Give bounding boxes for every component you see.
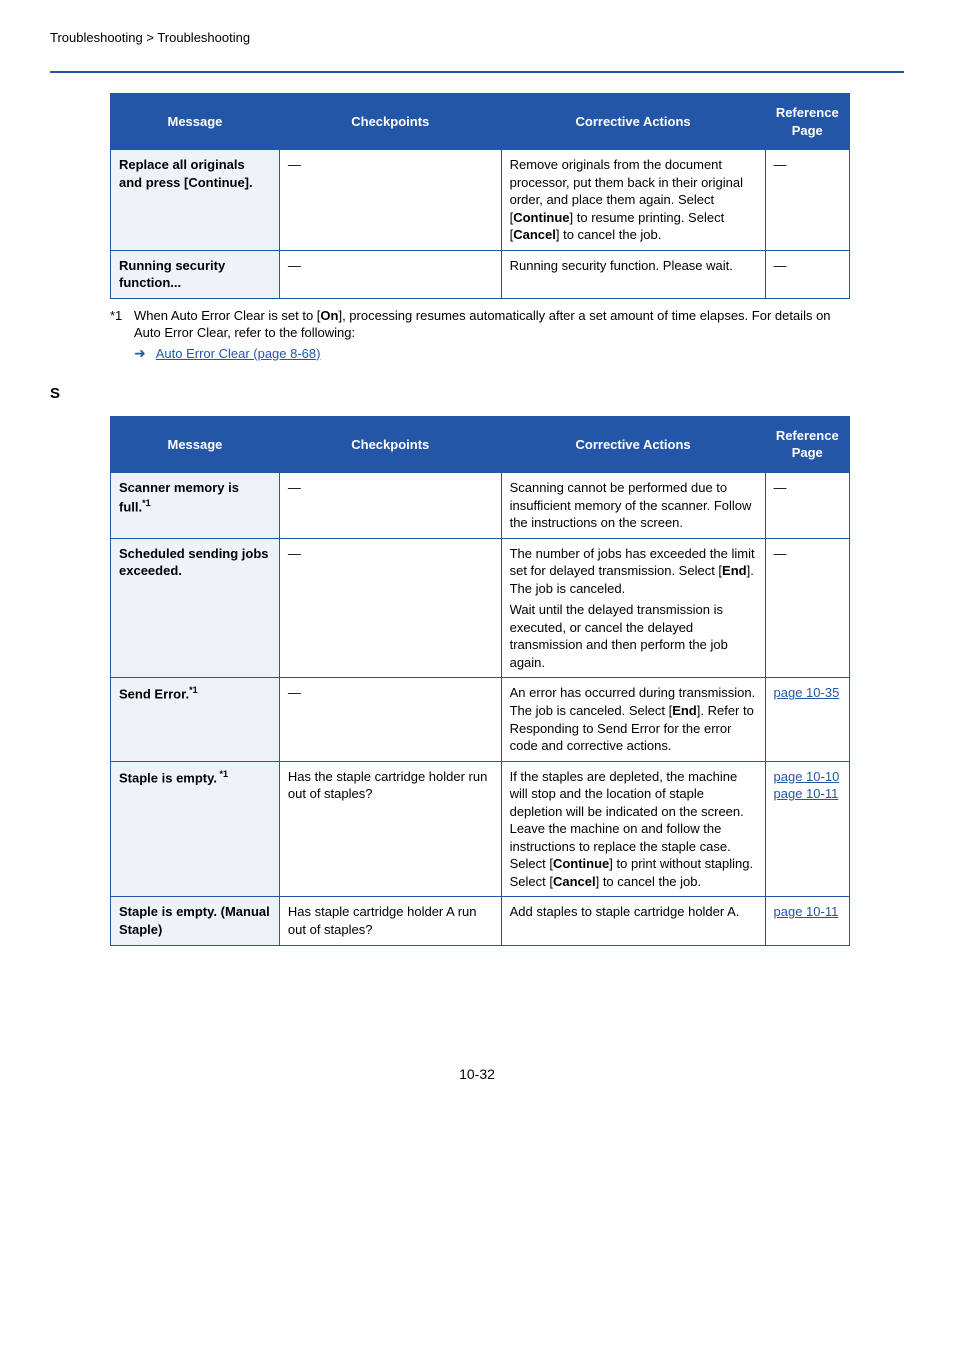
col-reference: Reference Page [765,416,849,472]
ref-link[interactable]: page 10-35 [774,685,840,700]
cell-actions: Scanning cannot be performed due to insu… [501,473,765,539]
ref-link[interactable]: page 10-11 [774,904,839,919]
cell-reference: page 10-10 page 10-11 [765,761,849,897]
cell-message: Running security function... [111,250,280,298]
col-checkpoints: Checkpoints [279,416,501,472]
cell-reference: page 10-35 [765,678,849,761]
cell-actions: Running security function. Please wait. [501,250,765,298]
table-row: Staple is empty. *1 Has the staple cartr… [111,761,850,897]
cell-checkpoints: ― [279,250,501,298]
footnote-text: When Auto Error Clear is set to [On], pr… [134,307,850,342]
table-row: Scheduled sending jobs exceeded. ― The n… [111,538,850,678]
col-message: Message [111,94,280,150]
arrow-right-icon: ➜ [134,344,146,363]
footnote-mark: *1 [110,307,134,342]
col-reference: Reference Page [765,94,849,150]
cell-reference: ― [765,473,849,539]
cell-message: Replace all originals and press [Continu… [111,150,280,251]
ref-link[interactable]: page 10-10 [774,769,840,784]
col-actions: Corrective Actions [501,94,765,150]
cell-checkpoints: ― [279,150,501,251]
table-row: Scanner memory is full.*1 ― Scanning can… [111,473,850,539]
table-row: Send Error.*1 ― An error has occurred du… [111,678,850,761]
cell-actions: If the staples are depleted, the machine… [501,761,765,897]
cell-message: Send Error.*1 [111,678,280,761]
col-actions: Corrective Actions [501,416,765,472]
table-row: Replace all originals and press [Continu… [111,150,850,251]
troubleshooting-table-s: Message Checkpoints Corrective Actions R… [110,416,850,946]
header-rule [50,71,904,73]
section-heading-s: S [50,385,904,402]
page-number: 10-32 [50,1066,904,1082]
col-checkpoints: Checkpoints [279,94,501,150]
cell-reference: ― [765,538,849,678]
breadcrumb: Troubleshooting > Troubleshooting [50,30,904,53]
col-message: Message [111,416,280,472]
cell-checkpoints: ― [279,678,501,761]
table-header-row: Message Checkpoints Corrective Actions R… [111,416,850,472]
cell-reference: ― [765,250,849,298]
table-header-row: Message Checkpoints Corrective Actions R… [111,94,850,150]
auto-error-clear-link[interactable]: Auto Error Clear (page 8-68) [156,345,321,363]
cell-message: Staple is empty. (Manual Staple) [111,897,280,945]
cell-actions: Remove originals from the document proce… [501,150,765,251]
troubleshooting-table-r: Message Checkpoints Corrective Actions R… [110,93,850,299]
footnote-1: *1 When Auto Error Clear is set to [On],… [110,305,850,363]
cell-message: Scheduled sending jobs exceeded. [111,538,280,678]
cell-actions: The number of jobs has exceeded the limi… [501,538,765,678]
cell-checkpoints: ― [279,473,501,539]
cell-checkpoints: Has staple cartridge holder A run out of… [279,897,501,945]
table-row: Running security function... ― Running s… [111,250,850,298]
ref-link[interactable]: page 10-11 [774,786,839,801]
cell-reference: page 10-11 [765,897,849,945]
cell-message: Scanner memory is full.*1 [111,473,280,539]
cell-checkpoints: Has the staple cartridge holder run out … [279,761,501,897]
cell-checkpoints: ― [279,538,501,678]
cell-message: Staple is empty. *1 [111,761,280,897]
cell-actions: An error has occurred during transmissio… [501,678,765,761]
cell-actions: Add staples to staple cartridge holder A… [501,897,765,945]
cell-reference: ― [765,150,849,251]
table-row: Staple is empty. (Manual Staple) Has sta… [111,897,850,945]
